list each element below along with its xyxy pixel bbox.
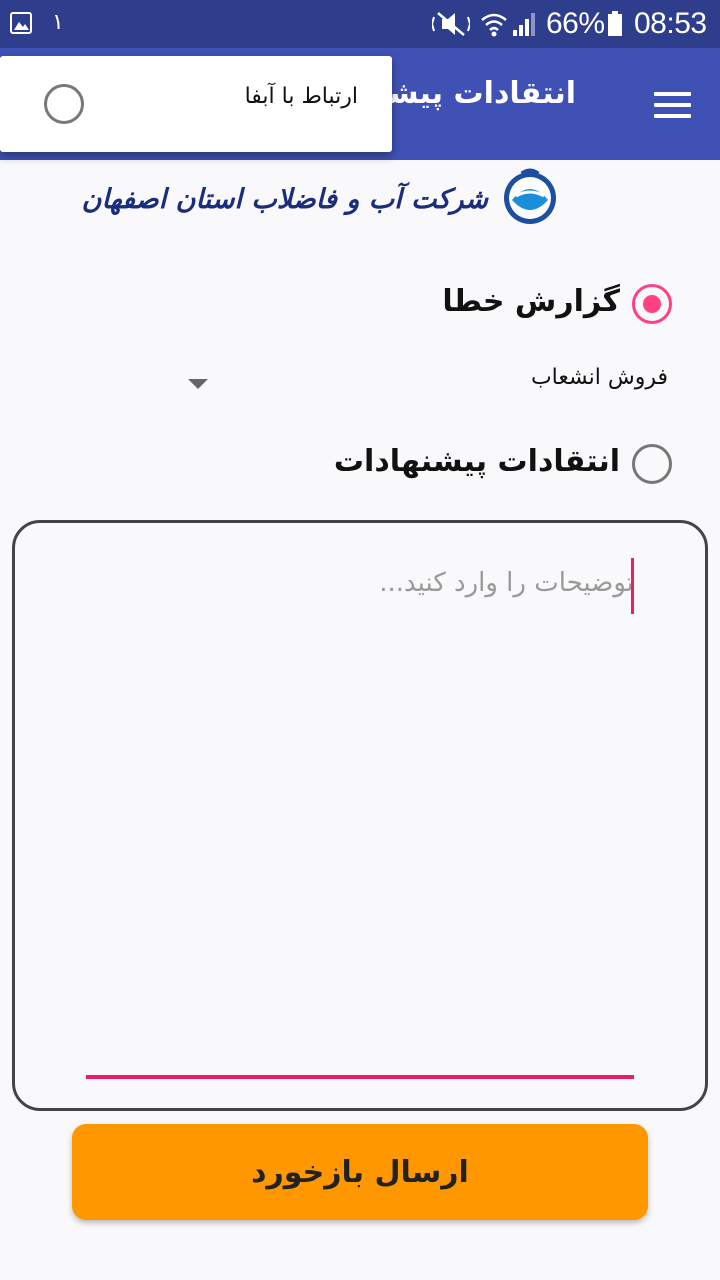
error-report-radio[interactable] [632, 284, 672, 324]
popup-radio[interactable] [44, 84, 84, 124]
status-bar: ١ 66% 08:53 [0, 0, 720, 48]
company-logo-text: شرکت آب و فاضلاب استان اصفهان [81, 184, 488, 215]
suggestions-label[interactable]: انتقادات پیشنهادات [334, 444, 620, 479]
battery-percent: 66% [546, 7, 605, 40]
battery-icon [608, 11, 622, 36]
description-input[interactable]: توضیحات را وارد کنید... [379, 568, 634, 598]
clock: 08:53 [634, 7, 707, 40]
submit-feedback-button[interactable]: ارسال بازخورد [72, 1124, 648, 1220]
signal-icon [513, 13, 535, 36]
hamburger-menu-icon[interactable] [640, 82, 704, 146]
submit-button-label: ارسال بازخورد [251, 1154, 469, 1190]
water-drop-logo-icon [504, 168, 556, 224]
wifi-icon [481, 13, 507, 37]
notification-count: ١ [52, 9, 64, 34]
input-underline [86, 1075, 634, 1079]
text-cursor [631, 558, 634, 614]
category-spinner[interactable]: فروش انشعاب [531, 365, 668, 390]
mute-icon [432, 12, 470, 36]
popup-contact-label[interactable]: ارتباط با آبفا [245, 84, 358, 109]
gallery-icon [10, 12, 32, 34]
suggestions-radio[interactable] [632, 444, 672, 484]
error-report-label[interactable]: گزارش خطا [442, 284, 620, 319]
description-box[interactable] [12, 520, 708, 1111]
dropdown-arrow-icon[interactable] [188, 379, 208, 389]
